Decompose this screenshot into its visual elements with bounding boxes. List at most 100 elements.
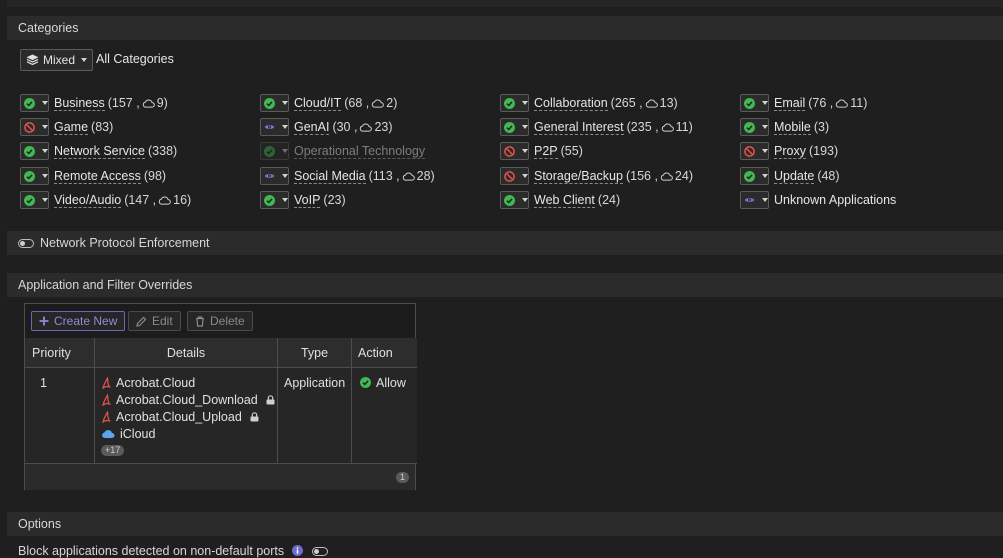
category-name[interactable]: VoIP bbox=[294, 193, 321, 208]
cloud-icon bbox=[372, 99, 385, 108]
more-count-badge[interactable]: +17 bbox=[101, 445, 125, 456]
row-priority: 1 bbox=[25, 368, 95, 464]
category-name[interactable]: Collaboration bbox=[534, 96, 608, 111]
category-name[interactable]: Storage/Backup bbox=[534, 169, 623, 184]
category-action-dropdown[interactable] bbox=[260, 142, 289, 160]
category-action-dropdown[interactable] bbox=[500, 118, 529, 136]
category-count: (265 , 13) bbox=[610, 96, 678, 110]
allow-check-icon bbox=[264, 145, 275, 157]
category-name[interactable]: Web Client bbox=[534, 193, 595, 208]
cloud-icon bbox=[645, 99, 658, 108]
category-action-dropdown[interactable] bbox=[740, 142, 769, 160]
col-header-type[interactable]: Type bbox=[278, 338, 352, 368]
protocol-enforcement-toggle[interactable] bbox=[18, 238, 34, 248]
row-details[interactable]: Acrobat.Cloud Acrobat.Cloud_Download Acrob… bbox=[95, 368, 278, 464]
allow-check-icon bbox=[24, 170, 35, 182]
block-icon bbox=[744, 145, 755, 157]
mixed-dropdown-button[interactable]: Mixed bbox=[20, 49, 94, 71]
category-network-service: Network Service (338) bbox=[20, 141, 177, 161]
detail-item[interactable]: Acrobat.Cloud bbox=[101, 374, 277, 391]
category-count: (193) bbox=[808, 144, 839, 158]
category-name[interactable]: Remote Access bbox=[54, 169, 141, 184]
block-non-default-ports-toggle[interactable] bbox=[312, 547, 329, 556]
category-name[interactable]: Game bbox=[54, 120, 89, 135]
lock-icon bbox=[250, 411, 259, 421]
protocol-enforcement-label: Network Protocol Enforcement bbox=[40, 236, 210, 250]
category-update: Update (48) bbox=[740, 166, 840, 186]
info-icon[interactable] bbox=[291, 545, 303, 556]
category-name[interactable]: P2P bbox=[534, 144, 558, 159]
page-count-badge[interactable]: 1 bbox=[395, 472, 409, 483]
category-name[interactable]: Proxy bbox=[774, 144, 806, 159]
category-name[interactable]: Update bbox=[774, 169, 815, 184]
detail-item[interactable]: iCloud bbox=[101, 425, 277, 442]
create-new-button[interactable]: Create New bbox=[31, 311, 126, 331]
category-action-dropdown[interactable] bbox=[500, 142, 529, 160]
chevron-down-icon bbox=[522, 198, 528, 202]
category-action-dropdown[interactable] bbox=[260, 191, 289, 209]
chevron-down-icon bbox=[762, 101, 768, 105]
category-action-dropdown[interactable] bbox=[20, 167, 49, 185]
category-action-dropdown[interactable] bbox=[20, 118, 49, 136]
detail-item[interactable]: Acrobat.Cloud_Download bbox=[101, 391, 277, 408]
category-action-dropdown[interactable] bbox=[20, 191, 49, 209]
overrides-toolbar: Create New Edit Delete bbox=[25, 304, 415, 339]
chevron-down-icon bbox=[282, 174, 288, 178]
detail-item-label: Acrobat.Cloud bbox=[116, 375, 196, 390]
category-count: (3) bbox=[813, 120, 830, 134]
block-icon bbox=[24, 121, 35, 133]
col-header-priority[interactable]: Priority bbox=[25, 338, 95, 368]
category-action-dropdown[interactable] bbox=[260, 167, 289, 185]
category-count: (23) bbox=[323, 193, 346, 207]
col-header-details[interactable]: Details bbox=[95, 338, 278, 368]
category-cloud-it: Cloud/IT (68 , 2) bbox=[260, 93, 397, 113]
category-count: (76 , 11) bbox=[808, 96, 868, 110]
category-name[interactable]: Network Service bbox=[54, 144, 145, 159]
col-header-action[interactable]: Action bbox=[352, 338, 417, 368]
category-action-dropdown[interactable] bbox=[740, 191, 769, 209]
chevron-down-icon bbox=[522, 174, 528, 178]
categories-title: Categories bbox=[18, 21, 79, 35]
category-name[interactable]: Cloud/IT bbox=[294, 96, 342, 111]
category-count: (147 , 16) bbox=[124, 193, 192, 207]
category-name[interactable]: Unknown Applications bbox=[774, 193, 896, 207]
edit-button[interactable]: Edit bbox=[128, 311, 181, 331]
category-action-dropdown[interactable] bbox=[740, 118, 769, 136]
category-name[interactable]: Operational Technology bbox=[294, 144, 426, 159]
cloud-icon bbox=[661, 123, 674, 132]
chevron-down-icon bbox=[522, 125, 528, 129]
allow-check-icon bbox=[24, 97, 35, 109]
acrobat-icon bbox=[102, 410, 111, 423]
category-name[interactable]: Video/Audio bbox=[54, 193, 122, 208]
cloud-icon bbox=[142, 99, 155, 108]
category-action-dropdown[interactable] bbox=[500, 167, 529, 185]
category-name[interactable]: Business bbox=[54, 96, 105, 111]
category-name[interactable]: Social Media bbox=[294, 169, 366, 184]
category-action-dropdown[interactable] bbox=[20, 142, 49, 160]
category-unknown-applications: Unknown Applications bbox=[740, 190, 896, 210]
category-action-dropdown[interactable] bbox=[20, 94, 49, 112]
category-action-dropdown[interactable] bbox=[260, 94, 289, 112]
category-action-dropdown[interactable] bbox=[740, 167, 769, 185]
allow-check-icon bbox=[24, 145, 35, 157]
category-count: (83) bbox=[91, 120, 114, 134]
chevron-down-icon bbox=[762, 149, 768, 153]
table-footer: 1 bbox=[25, 464, 415, 490]
category-name[interactable]: Email bbox=[774, 96, 806, 111]
category-name[interactable]: Mobile bbox=[774, 120, 811, 135]
category-action-dropdown[interactable] bbox=[500, 94, 529, 112]
category-p2p: P2P (55) bbox=[500, 141, 583, 161]
category-collaboration: Collaboration (265 , 13) bbox=[500, 93, 678, 113]
category-count: (157 , 9) bbox=[107, 96, 168, 110]
chevron-down-icon bbox=[762, 174, 768, 178]
category-name[interactable]: GenAI bbox=[294, 120, 330, 135]
acrobat-icon bbox=[102, 376, 111, 389]
category-action-dropdown[interactable] bbox=[740, 94, 769, 112]
chevron-down-icon bbox=[282, 149, 288, 153]
category-action-dropdown[interactable] bbox=[260, 118, 289, 136]
protocol-enforcement-bar: Network Protocol Enforcement bbox=[7, 231, 1003, 255]
detail-item[interactable]: Acrobat.Cloud_Upload bbox=[101, 408, 277, 425]
delete-button[interactable]: Delete bbox=[187, 311, 253, 331]
category-action-dropdown[interactable] bbox=[500, 191, 529, 209]
category-name[interactable]: General Interest bbox=[534, 120, 624, 135]
